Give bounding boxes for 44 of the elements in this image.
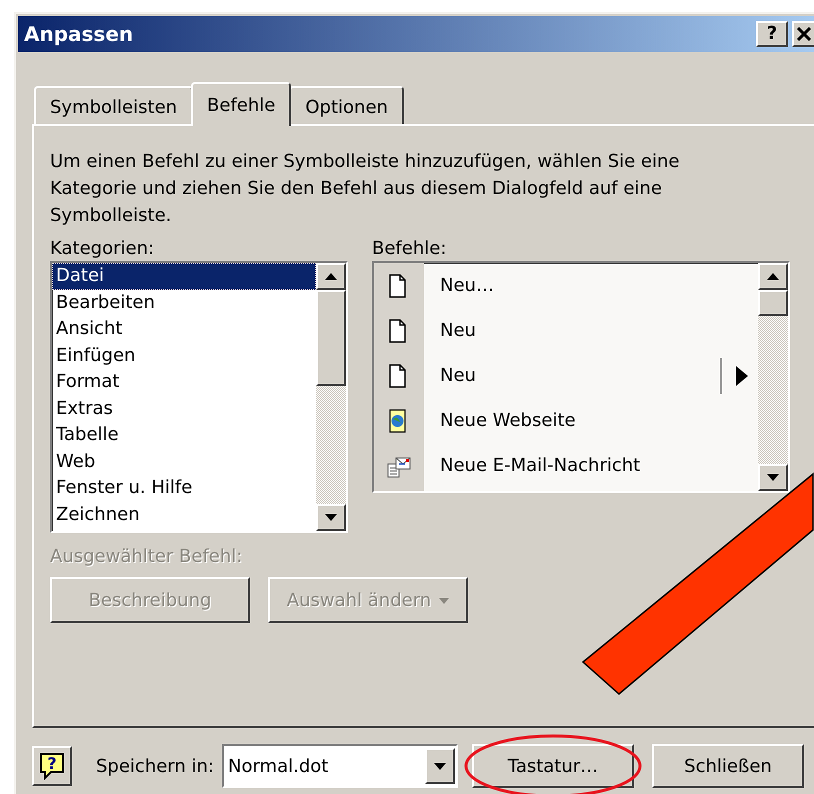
category-item[interactable]: Datei [52,263,316,290]
tab[interactable]: Befehle [191,82,292,126]
categories-list[interactable]: Datei Bearbeiten Ansicht Einfügen Format Extras Tabelle Web Fenster u. Hilfe Zeichnen [50,261,348,533]
command-item[interactable]: Neu… [374,263,758,308]
category-item[interactable]: Bearbeiten [52,290,316,316]
scrollbar[interactable] [316,263,346,531]
category-item[interactable]: Zeichnen [52,502,316,528]
dialog-button[interactable]: Tastatur… [472,744,634,788]
category-item[interactable]: Tabelle [52,422,316,448]
category-item[interactable]: Web [52,448,316,475]
command-item[interactable]: Neue E-Mail-Nachricht [374,443,758,488]
scrollbar[interactable] [758,263,788,491]
command-item[interactable]: Neue Webseite [374,398,758,443]
caret-icon [439,598,450,604]
save-in-label: Speichern in: [96,754,214,778]
close-button[interactable] [792,21,814,47]
close-icon [797,27,811,41]
dialog-button[interactable]: Schließen [652,744,804,788]
instruction-text: Um einen Befehl zu einer Symbolleiste hinzuzufügen, wählen Sie eine Kategorie und ziehen Sie den Befehl aus diesem Dialogfeld auf eine Symbolleiste. [50,150,680,228]
save-in-dropdown[interactable]: Normal.dot [222,744,458,788]
scroll-thumb[interactable] [758,290,788,316]
command-item[interactable]: Neu [374,308,758,353]
help-button[interactable]: ? [756,21,788,47]
scroll-down-icon [767,474,779,481]
scroll-down-icon [325,514,337,521]
window-title: Anpassen [24,21,134,48]
tab[interactable]: Symbolleisten [34,86,194,124]
scroll-up-icon [767,273,779,280]
category-item[interactable]: Extras [52,396,316,422]
scroll-up-icon [325,273,337,280]
category-item[interactable]: Fenster u. Hilfe [52,475,316,502]
commands-list[interactable]: Neu… Neu Neu Neue Webseite Neue E-Mail-Nachricht [372,261,790,493]
category-item[interactable]: Ansicht [52,316,316,342]
help-button[interactable]: ? [32,746,72,786]
category-item[interactable]: Einfügen [52,342,316,369]
commands-label: Befehle: [372,237,448,261]
scroll-thumb[interactable] [316,290,346,386]
selected-command-label: Ausgewählter Befehl: [50,545,244,569]
categories-label: Kategorien: [50,237,156,261]
command-item[interactable]: Neu [374,353,758,398]
help-icon: ? [39,752,65,780]
tab[interactable]: Optionen [289,86,404,124]
caret-icon [434,762,446,770]
category-item[interactable]: Format [52,369,316,396]
